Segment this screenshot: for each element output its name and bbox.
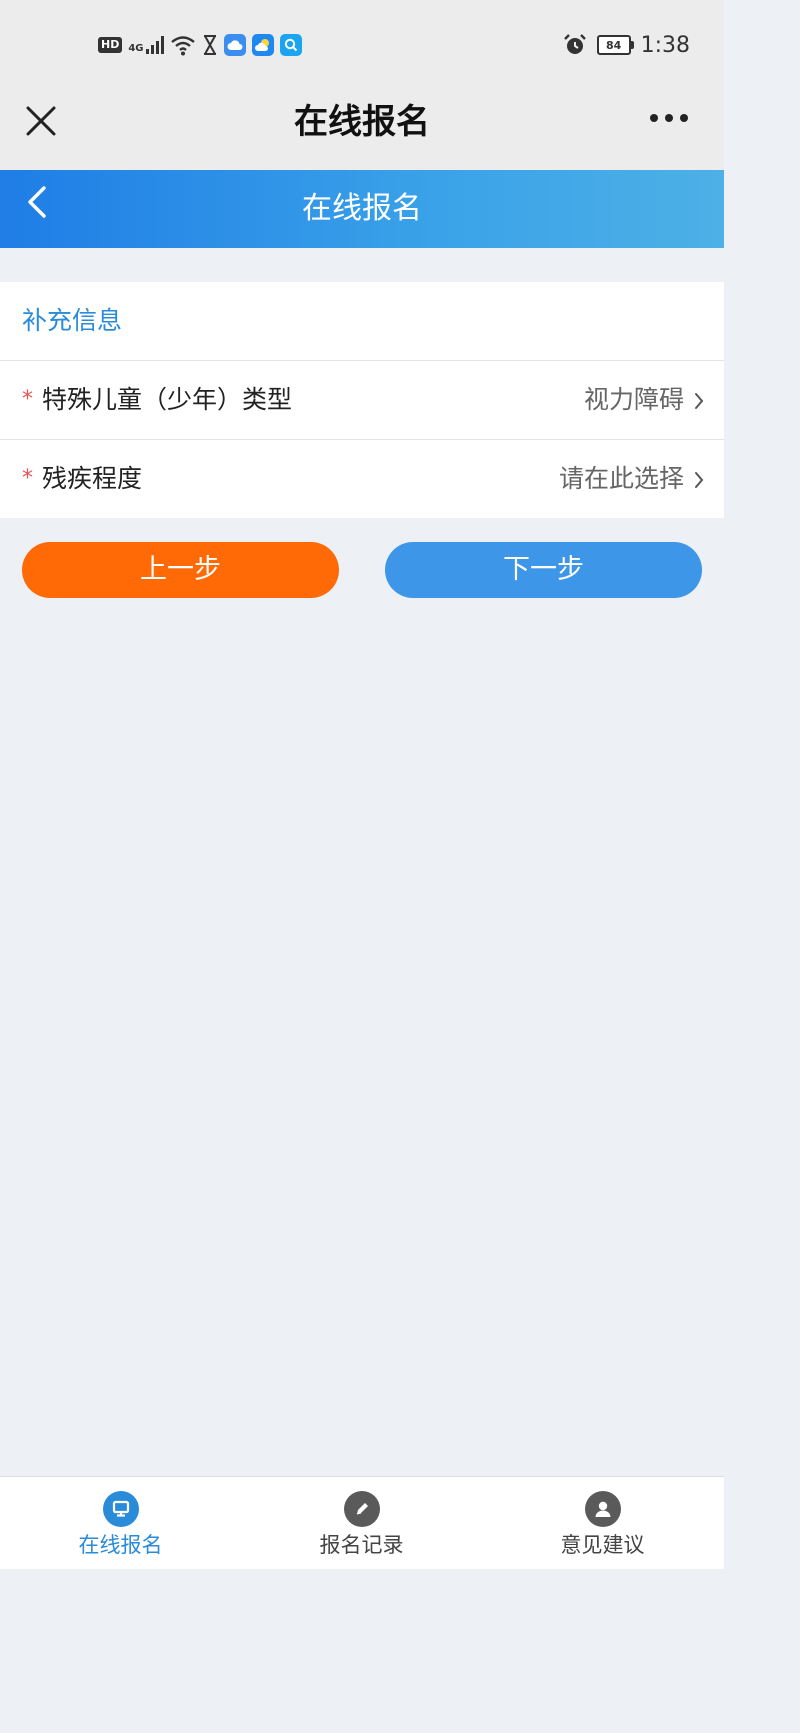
user-icon	[584, 1491, 621, 1527]
next-step-button[interactable]: 下一步	[385, 542, 702, 598]
tab-label: 在线报名	[78, 1533, 163, 1557]
chevron-right-icon	[695, 393, 704, 409]
top-nav-bar: 在线报名	[0, 90, 724, 170]
computer-icon	[102, 1491, 139, 1527]
network-type: 4G	[128, 43, 144, 54]
field-disability-level[interactable]: * 残疾程度 请在此选择	[0, 440, 724, 518]
tab-registration-records[interactable]: 报名记录	[241, 1477, 482, 1569]
tab-online-registration[interactable]: 在线报名	[0, 1477, 241, 1569]
page-header: 在线报名	[0, 170, 724, 248]
battery-icon: 84	[596, 35, 634, 55]
chevron-right-icon	[695, 472, 704, 488]
required-mark: *	[22, 466, 33, 491]
battery-level: 84	[605, 38, 622, 52]
section-title: 补充信息	[0, 282, 724, 361]
search-app-icon	[279, 34, 302, 56]
status-right: 84 1:38	[563, 30, 690, 60]
bottom-tab-bar: 在线报名 报名记录 意见建议	[0, 1476, 724, 1569]
field-value[interactable]: 请在此选择	[559, 440, 684, 518]
supplementary-info-form: 补充信息 * 特殊儿童（少年）类型 视力障碍 * 残疾程度 请在此选择	[0, 282, 724, 518]
cloud-app-icon	[223, 34, 246, 56]
field-value[interactable]: 视力障碍	[584, 361, 684, 439]
field-label: 特殊儿童（少年）类型	[42, 385, 293, 414]
tab-label: 报名记录	[319, 1533, 404, 1557]
network-indicator: 4G	[128, 36, 164, 54]
field-label: 残疾程度	[42, 464, 143, 493]
more-icon[interactable]	[650, 114, 688, 122]
hourglass-icon	[203, 35, 216, 55]
wifi-icon	[170, 36, 195, 56]
required-mark: *	[22, 387, 33, 412]
weather-app-icon	[251, 34, 274, 56]
tab-label: 意见建议	[560, 1533, 645, 1557]
signal-icon	[145, 36, 164, 54]
status-bar: HD 4G 84 1:38	[0, 0, 724, 90]
status-left: HD 4G	[98, 30, 302, 60]
field-child-type[interactable]: * 特殊儿童（少年）类型 视力障碍	[0, 361, 724, 440]
clock: 1:38	[640, 32, 690, 58]
hd-indicator: HD	[98, 37, 123, 53]
alarm-icon	[563, 34, 586, 54]
nav-title: 在线报名	[294, 102, 430, 142]
tab-feedback[interactable]: 意见建议	[482, 1477, 723, 1569]
page-title: 在线报名	[302, 191, 422, 226]
prev-step-button[interactable]: 上一步	[22, 542, 339, 598]
pencil-icon	[343, 1491, 380, 1527]
